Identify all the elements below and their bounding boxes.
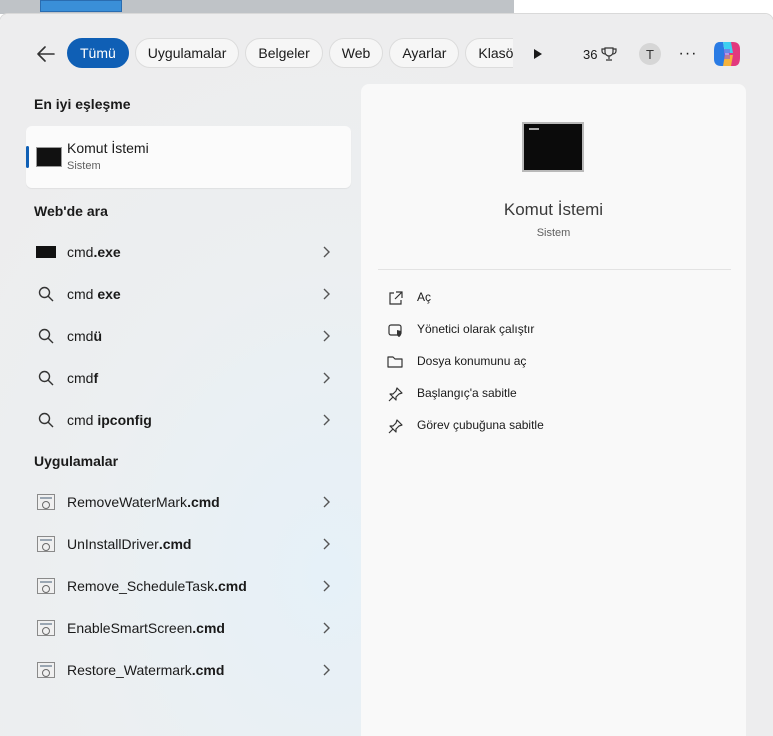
more-tabs-button[interactable] <box>527 42 549 66</box>
app-result-item[interactable]: Restore_Watermark.cmd <box>26 652 351 688</box>
rewards-points[interactable]: 36 <box>583 46 618 62</box>
web-result-item[interactable]: cmd exe <box>26 276 351 312</box>
app-result-item[interactable]: UnInstallDriver.cmd <box>26 526 351 562</box>
cmd-thumb-icon <box>36 243 56 261</box>
web-result-label: cmd.exe <box>67 244 121 260</box>
chevron-right-icon <box>321 412 333 428</box>
points-value: 36 <box>583 46 598 62</box>
shield-admin-icon <box>386 321 404 339</box>
search-icon <box>36 285 56 303</box>
best-match-name: Komut İstemi <box>67 140 149 156</box>
action-label: Yönetici olarak çalıştır <box>417 322 535 336</box>
app-result-label: EnableSmartScreen.cmd <box>67 620 225 636</box>
web-result-label: cmd ipconfig <box>67 412 152 428</box>
chevron-right-icon <box>321 536 333 552</box>
chevron-right-icon <box>321 620 333 636</box>
app-result-label: RemoveWaterMark.cmd <box>67 494 220 510</box>
command-prompt-icon <box>36 147 62 167</box>
pin-icon <box>386 417 404 435</box>
app-result-label: UnInstallDriver.cmd <box>67 536 192 552</box>
script-file-icon <box>36 535 56 553</box>
copilot-icon <box>714 42 740 66</box>
action-pin-to-taskbar[interactable]: Görev çubuğuna sabitle <box>386 414 706 438</box>
preview-subtitle: Sistem <box>536 227 571 239</box>
chevron-right-icon <box>321 662 333 678</box>
chevron-right-icon <box>321 286 333 302</box>
web-result-item[interactable]: cmdf <box>26 360 351 396</box>
action-label: Aç <box>417 290 432 304</box>
chevron-right-icon <box>321 578 333 594</box>
web-result-label: cmdf <box>67 370 99 386</box>
search-icon <box>36 369 56 387</box>
chevron-right-icon <box>321 370 333 386</box>
trophy-icon <box>601 47 618 61</box>
pin-icon <box>386 385 404 403</box>
action-pin-to-start[interactable]: Başlangıç'a sabitle <box>386 382 706 406</box>
web-result-item[interactable]: cmd.exe <box>26 234 351 270</box>
app-result-label: Restore_Watermark.cmd <box>67 662 225 678</box>
selection-indicator <box>26 146 29 168</box>
preview-title: Komut İstemi <box>503 200 604 219</box>
action-run-as-admin[interactable]: Yönetici olarak çalıştır <box>386 318 706 342</box>
best-match-subtitle: Sistem <box>67 160 101 172</box>
background-thumbnail <box>40 0 122 12</box>
avatar[interactable]: T <box>639 43 661 65</box>
script-file-icon <box>36 619 56 637</box>
tab-settings[interactable]: Ayarlar <box>389 38 460 68</box>
background-area <box>514 0 773 14</box>
action-open[interactable]: Aç <box>386 286 706 310</box>
preview-pane: Komut İstemi Sistem Aç Yönetici olarak ç… <box>361 84 746 736</box>
web-result-label: cmd exe <box>67 286 121 302</box>
best-match-item[interactable]: Komut İstemi Sistem <box>26 126 351 188</box>
more-options-button[interactable]: ··· <box>678 42 698 66</box>
search-icon <box>36 327 56 345</box>
chevron-right-icon <box>321 244 333 260</box>
web-search-heading: Web'de ara <box>34 203 108 219</box>
chevron-right-icon <box>321 494 333 510</box>
app-result-item[interactable]: Remove_ScheduleTask.cmd <box>26 568 351 604</box>
action-label: Başlangıç'a sabitle <box>417 386 517 400</box>
action-label: Görev çubuğuna sabitle <box>417 418 544 432</box>
action-label: Dosya konumunu aç <box>417 354 527 368</box>
best-match-heading: En iyi eşleşme <box>34 96 131 112</box>
preview-divider <box>378 269 731 270</box>
app-result-item[interactable]: RemoveWaterMark.cmd <box>26 484 351 520</box>
command-prompt-preview-icon <box>522 122 584 172</box>
background-window <box>0 0 514 14</box>
web-result-item[interactable]: cmdü <box>26 318 351 354</box>
folder-icon <box>386 353 404 371</box>
apps-heading: Uygulamalar <box>34 453 119 469</box>
copilot-button[interactable] <box>711 39 743 69</box>
play-icon <box>534 49 542 59</box>
tab-folders[interactable]: Klasörler <box>465 38 513 68</box>
action-open-file-location[interactable]: Dosya konumunu aç <box>386 350 706 374</box>
app-result-label: Remove_ScheduleTask.cmd <box>67 578 247 594</box>
web-result-label: cmdü <box>67 328 103 344</box>
script-file-icon <box>36 577 56 595</box>
results-column: En iyi eşleşme Komut İstemi Sistem Web'd… <box>0 14 360 736</box>
chevron-right-icon <box>321 328 333 344</box>
app-result-item[interactable]: EnableSmartScreen.cmd <box>26 610 351 646</box>
search-panel: Tümü Uygulamalar Belgeler Web Ayarlar Kl… <box>0 14 773 736</box>
web-result-item[interactable]: cmd ipconfig <box>26 402 351 438</box>
script-file-icon <box>36 661 56 679</box>
search-icon <box>36 411 56 429</box>
open-external-icon <box>386 289 404 307</box>
script-file-icon <box>36 493 56 511</box>
